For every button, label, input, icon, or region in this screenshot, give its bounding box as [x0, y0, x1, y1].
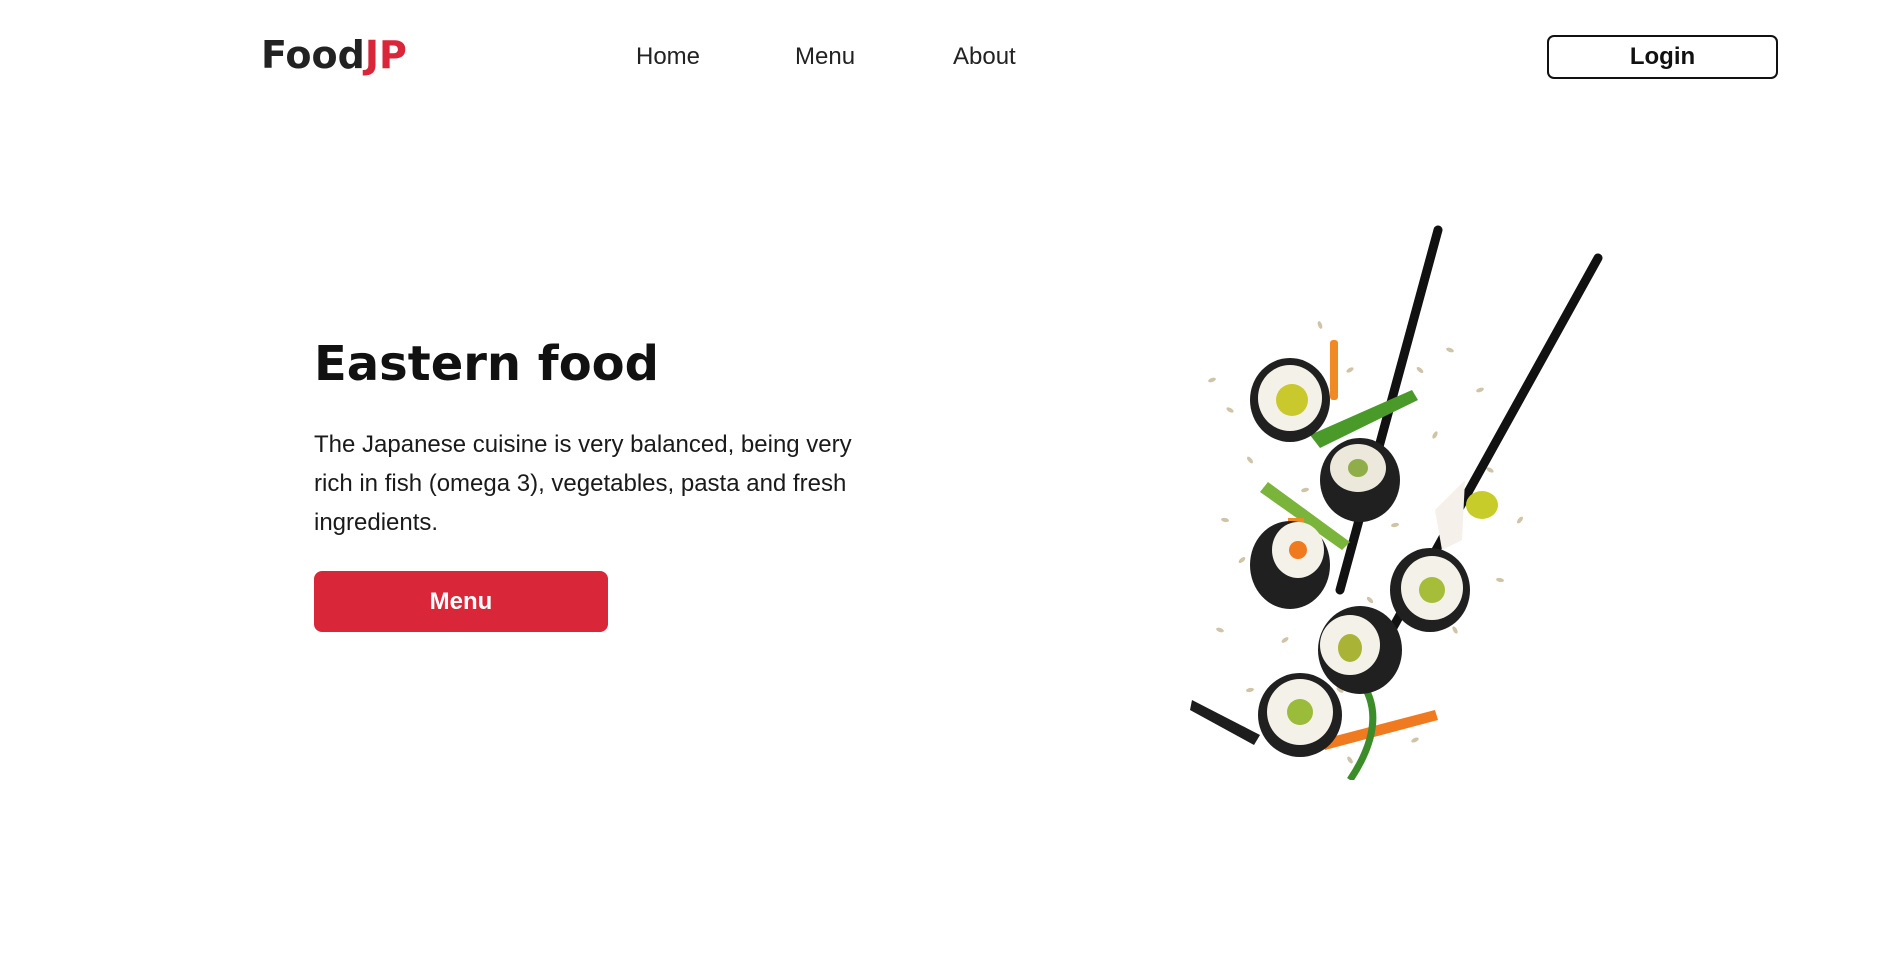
sushi-roll-5 — [1318, 606, 1402, 694]
landing-page: FoodJP Home Menu About Login Eastern foo… — [0, 0, 1897, 953]
sushi-chopsticks-illustration — [1190, 220, 1620, 782]
login-button[interactable]: Login — [1547, 35, 1778, 79]
sushi-roll-1 — [1250, 358, 1330, 442]
sushi-illustration-svg — [1190, 225, 1603, 782]
nav-menu-link[interactable]: Menu — [795, 42, 855, 72]
hero-title: Eastern food — [314, 336, 659, 392]
sushi-roll-6 — [1258, 673, 1342, 757]
hero-menu-button[interactable]: Menu — [314, 571, 608, 632]
sushi-roll-3 — [1250, 521, 1330, 609]
sushi-roll-4 — [1390, 548, 1470, 632]
nav-about-link[interactable]: About — [953, 42, 1016, 72]
sushi-roll-2 — [1320, 438, 1400, 522]
hero-description: The Japanese cuisine is very balanced, b… — [314, 431, 852, 536]
logo[interactable]: FoodJP — [261, 32, 407, 78]
logo-accent: JP — [364, 33, 407, 77]
nav-home-link[interactable]: Home — [636, 42, 700, 72]
logo-main: Food — [261, 33, 365, 77]
